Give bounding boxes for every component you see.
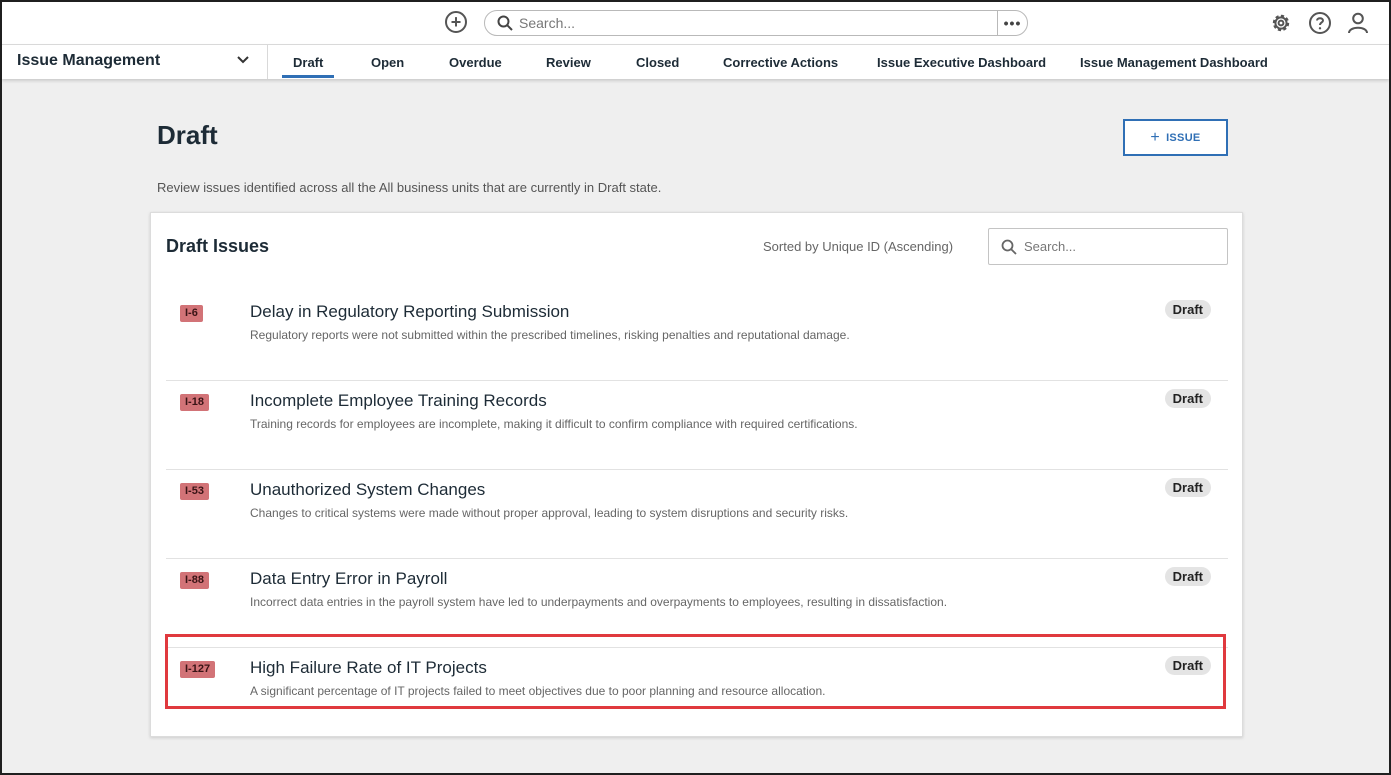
tab-closed[interactable]: Closed xyxy=(636,55,679,70)
issue-description: Training records for employees are incom… xyxy=(250,417,858,431)
user-icon[interactable] xyxy=(1346,11,1370,35)
chevron-down-icon xyxy=(237,56,249,64)
issue-title[interactable]: Unauthorized System Changes xyxy=(250,480,485,500)
global-search-placeholder: Search... xyxy=(519,15,576,31)
issue-title[interactable]: Delay in Regulatory Reporting Submission xyxy=(250,302,569,322)
active-tab-indicator xyxy=(282,75,334,78)
issue-title[interactable]: Data Entry Error in Payroll xyxy=(250,569,447,589)
add-issue-button-label: ISSUE xyxy=(1166,131,1201,144)
tab-draft[interactable]: Draft xyxy=(293,55,323,70)
help-icon[interactable] xyxy=(1308,11,1332,35)
issue-id-badge: I-88 xyxy=(180,572,209,589)
issue-description: Regulatory reports were not submitted wi… xyxy=(250,328,850,342)
tab-overdue[interactable]: Overdue xyxy=(449,55,502,70)
gear-icon[interactable] xyxy=(1269,11,1293,35)
sort-label[interactable]: Sorted by Unique ID (Ascending) xyxy=(763,239,953,254)
global-search-input[interactable]: Search... ••• xyxy=(484,10,1028,36)
draft-issues-card: Draft Issues Sorted by Unique ID (Ascend… xyxy=(150,212,1243,737)
top-bar: + Search... ••• xyxy=(2,2,1389,44)
add-issue-button[interactable]: + ISSUE xyxy=(1123,119,1228,156)
list-item[interactable]: I-88 Data Entry Error in Payroll Incorre… xyxy=(166,559,1228,648)
app-name: Issue Management xyxy=(17,52,161,69)
status-badge: Draft xyxy=(1164,656,1211,675)
app-window: + Search... ••• Issue Management Draft O… xyxy=(2,2,1389,773)
issue-description: Changes to critical systems were made wi… xyxy=(250,506,849,520)
nav-bar: Issue Management Draft Open Overdue Revi… xyxy=(2,44,1389,79)
issue-id-badge: I-18 xyxy=(180,394,209,411)
issue-title[interactable]: Incomplete Employee Training Records xyxy=(250,391,547,411)
issue-search-input[interactable]: Search... xyxy=(988,228,1228,265)
tab-issue-executive-dashboard[interactable]: Issue Executive Dashboard xyxy=(877,55,1046,70)
plus-circle-icon[interactable]: + xyxy=(445,11,467,33)
search-icon xyxy=(1001,239,1017,255)
search-icon xyxy=(497,15,513,31)
issue-description: Incorrect data entries in the payroll sy… xyxy=(250,595,948,609)
issue-title[interactable]: High Failure Rate of IT Projects xyxy=(250,658,487,678)
more-options-icon[interactable]: ••• xyxy=(997,11,1027,35)
page-description: Review issues identified across all the … xyxy=(157,180,662,195)
list-item[interactable]: I-127 High Failure Rate of IT Projects A… xyxy=(166,648,1228,737)
tab-review[interactable]: Review xyxy=(546,55,591,70)
issue-description: A significant percentage of IT projects … xyxy=(250,684,826,698)
status-badge: Draft xyxy=(1164,567,1211,586)
tab-corrective-actions[interactable]: Corrective Actions xyxy=(723,55,838,70)
tab-issue-management-dashboard[interactable]: Issue Management Dashboard xyxy=(1080,55,1268,70)
page-title: Draft xyxy=(157,120,218,150)
status-badge: Draft xyxy=(1164,300,1211,319)
tab-open[interactable]: Open xyxy=(371,55,404,70)
list-item[interactable]: I-18 Incomplete Employee Training Record… xyxy=(166,381,1228,470)
app-switcher[interactable]: Issue Management xyxy=(2,45,268,79)
issue-id-badge: I-6 xyxy=(180,305,203,322)
status-badge: Draft xyxy=(1164,478,1211,497)
plus-icon: + xyxy=(1150,128,1161,146)
issue-search-placeholder: Search... xyxy=(1024,239,1077,254)
status-badge: Draft xyxy=(1164,389,1211,408)
list-item[interactable]: I-6 Delay in Regulatory Reporting Submis… xyxy=(166,292,1228,381)
card-title: Draft Issues xyxy=(166,236,270,256)
issue-id-badge: I-53 xyxy=(180,483,209,500)
issue-id-badge: I-127 xyxy=(180,661,216,678)
list-item[interactable]: I-53 Unauthorized System Changes Changes… xyxy=(166,470,1228,559)
